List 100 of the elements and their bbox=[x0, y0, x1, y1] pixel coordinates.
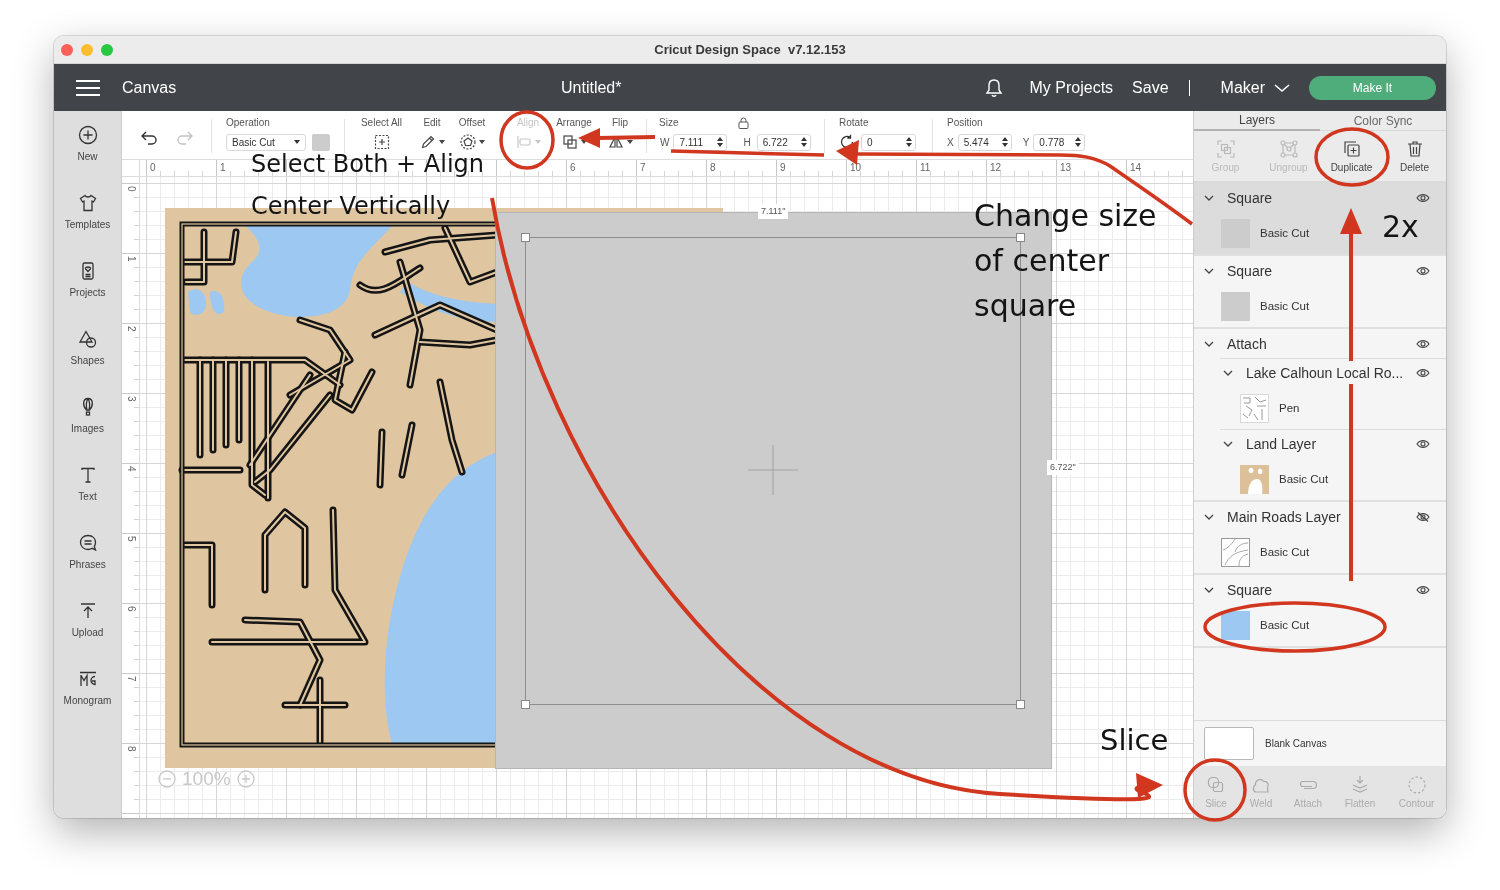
header-link[interactable]: My Projects bbox=[1029, 78, 1114, 97]
ruler-number: 6 bbox=[124, 606, 137, 614]
contour-icon bbox=[1406, 775, 1427, 795]
resize-handle[interactable] bbox=[1016, 700, 1025, 709]
ruler-number: 8 bbox=[124, 746, 137, 754]
operation-dropdown[interactable]: Basic Cut bbox=[226, 133, 306, 151]
width-field[interactable]: 7.111 bbox=[673, 133, 728, 151]
monogram-icon bbox=[77, 669, 98, 689]
y-position-field[interactable]: 0.778 bbox=[1033, 133, 1086, 151]
chevron-down-icon[interactable] bbox=[1223, 369, 1233, 376]
machine-dropdown[interactable]: Maker bbox=[1220, 78, 1290, 97]
crosshair-icon bbox=[748, 445, 798, 495]
color-swatch-icon[interactable] bbox=[312, 133, 330, 151]
ruler-number: 12 bbox=[990, 162, 1002, 174]
ruler-number: 3 bbox=[124, 396, 137, 404]
ruler-number: 2 bbox=[124, 326, 137, 334]
operation-label: Operation bbox=[226, 117, 271, 129]
field-label: H bbox=[743, 136, 751, 148]
spinner-icon bbox=[1001, 137, 1008, 147]
caret-icon bbox=[294, 140, 300, 144]
slice-icon bbox=[1206, 775, 1226, 795]
sidebar-item[interactable]: Phrases bbox=[54, 519, 121, 587]
spinner-icon bbox=[800, 137, 807, 147]
chevron-down-icon[interactable] bbox=[1204, 267, 1214, 274]
operation-label[interactable]: Basic Cut bbox=[1279, 473, 1329, 485]
caret-icon bbox=[626, 140, 633, 144]
blank-canvas-swatch-icon[interactable] bbox=[1204, 727, 1254, 760]
annotation-text: of center bbox=[974, 245, 1109, 277]
caret-icon bbox=[534, 140, 541, 144]
chevron-down-icon[interactable] bbox=[1204, 194, 1214, 201]
size-label: Size bbox=[659, 117, 679, 129]
menu-icon[interactable] bbox=[76, 78, 100, 97]
eye-icon[interactable] bbox=[1416, 367, 1430, 378]
position-label: Position bbox=[947, 117, 984, 129]
operation-label[interactable]: Basic Cut bbox=[1260, 619, 1310, 631]
sidebar-item[interactable]: Templates bbox=[54, 179, 121, 247]
x-position-field[interactable]: 5.474 bbox=[957, 133, 1012, 151]
sidebar-item[interactable]: Monogram bbox=[54, 655, 121, 723]
select-all-icon bbox=[373, 134, 390, 150]
lock-icon[interactable] bbox=[738, 117, 750, 129]
ruler-number: 8 bbox=[710, 162, 716, 174]
operation-label[interactable]: Basic Cut bbox=[1260, 300, 1310, 312]
arrange-button[interactable]: Arrange bbox=[554, 111, 594, 159]
operation-label[interactable]: Pen bbox=[1279, 402, 1300, 414]
eye-icon[interactable] bbox=[1416, 265, 1430, 276]
bell-icon[interactable] bbox=[984, 77, 1003, 98]
shirt-icon bbox=[77, 193, 98, 213]
operation-label[interactable]: Basic Cut bbox=[1260, 227, 1310, 239]
app-section-title: Canvas bbox=[122, 78, 177, 97]
resize-handle[interactable] bbox=[521, 700, 530, 709]
chevron-down-icon[interactable] bbox=[1223, 440, 1233, 447]
window-close-icon[interactable] bbox=[61, 43, 73, 56]
annotation-text: Slice bbox=[1100, 724, 1169, 756]
ruler-number: 11 bbox=[920, 162, 931, 174]
eye-icon[interactable] bbox=[1416, 438, 1430, 449]
ruler-number: 4 bbox=[124, 466, 137, 474]
shapes-icon bbox=[77, 329, 98, 349]
flip-button[interactable]: Flip bbox=[607, 111, 633, 159]
ruler-number: 0 bbox=[124, 186, 137, 194]
annotation-circle bbox=[1183, 758, 1247, 822]
sidebar-item[interactable]: Text bbox=[54, 451, 121, 519]
annotation-circle bbox=[499, 110, 555, 170]
annotation-text: Change size bbox=[974, 200, 1157, 232]
annotation-text: 2x bbox=[1382, 214, 1419, 240]
chevron-down-icon[interactable] bbox=[1204, 586, 1214, 593]
ruler-number: 7 bbox=[640, 162, 646, 174]
sidebar-item[interactable]: New bbox=[54, 111, 121, 179]
flatten-icon bbox=[1350, 775, 1370, 795]
spinner-icon bbox=[1075, 137, 1082, 147]
group-icon bbox=[1215, 139, 1236, 159]
spinner-icon bbox=[717, 137, 724, 147]
rotation-field[interactable]: 0 bbox=[861, 133, 916, 151]
delete-button[interactable]: Delete bbox=[1383, 131, 1446, 181]
resize-handle[interactable] bbox=[1016, 233, 1025, 242]
chevron-down-icon[interactable] bbox=[1204, 513, 1214, 520]
ruler-number: 14 bbox=[1130, 162, 1142, 174]
offset-icon bbox=[459, 134, 476, 150]
sidebar-item[interactable]: Projects bbox=[54, 247, 121, 315]
height-field[interactable]: 6.722 bbox=[756, 133, 811, 151]
caret-icon bbox=[478, 140, 485, 144]
eye-icon[interactable] bbox=[1416, 338, 1430, 349]
ruler-number: 1 bbox=[124, 256, 137, 264]
eye-icon[interactable] bbox=[1416, 584, 1430, 595]
sidebar-item[interactable]: Shapes bbox=[54, 315, 121, 383]
chevron-down-icon[interactable] bbox=[1204, 340, 1214, 347]
operation-label[interactable]: Basic Cut bbox=[1260, 546, 1310, 558]
header-link[interactable]: Save bbox=[1132, 78, 1169, 97]
sidebar-item[interactable]: Images bbox=[54, 383, 121, 451]
eye-slash-icon[interactable] bbox=[1416, 511, 1430, 522]
layer-row[interactable]: Square bbox=[1194, 183, 1446, 212]
window-title: Cricut Design Space v7.12.153 bbox=[654, 42, 846, 57]
resize-handle[interactable] bbox=[521, 233, 530, 242]
annotation-text: Center Vertically bbox=[251, 192, 451, 220]
eye-icon[interactable] bbox=[1416, 192, 1430, 203]
sidebar-item[interactable]: Upload bbox=[54, 587, 121, 655]
duplicate-button[interactable]: Duplicate bbox=[1320, 131, 1383, 181]
align-icon bbox=[515, 134, 532, 150]
undo-icon[interactable] bbox=[140, 129, 158, 147]
height-dimension-label: 6.722" bbox=[1047, 460, 1079, 475]
ruler-number: 10 bbox=[850, 162, 862, 174]
